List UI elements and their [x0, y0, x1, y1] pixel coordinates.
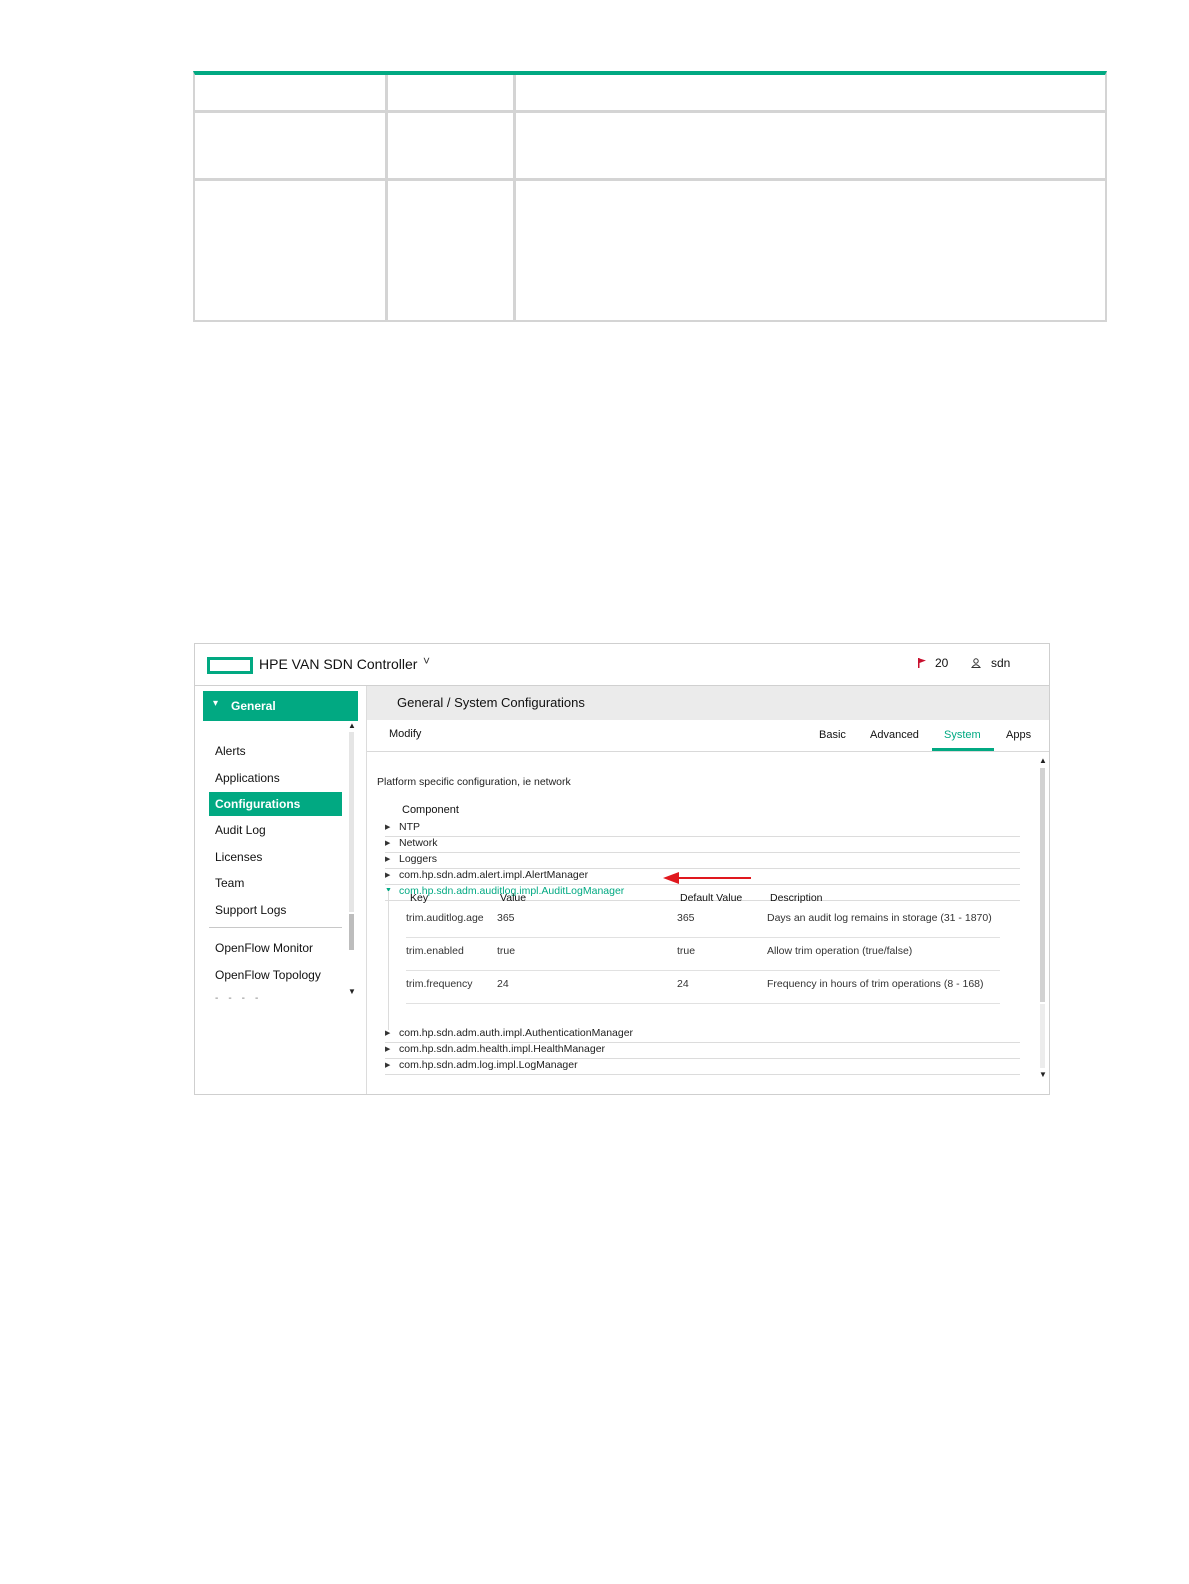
component-row[interactable]: ▶ com.hp.sdn.adm.auth.impl.Authenticatio…	[385, 1026, 1020, 1043]
tab-basic[interactable]: Basic	[819, 729, 846, 741]
table-row[interactable]: trim.frequency 24 24 Frequency in hours …	[406, 970, 1000, 1004]
expand-arrow-icon[interactable]: ▶	[385, 839, 390, 847]
tab-apps[interactable]: Apps	[1006, 729, 1031, 741]
annotation-arrow-icon	[663, 872, 751, 884]
sidebar-item-licenses[interactable]: Licenses	[209, 846, 339, 868]
active-tab-indicator	[932, 748, 994, 751]
scroll-down-icon[interactable]: ▼	[348, 987, 356, 996]
app-screenshot: HPE VAN SDN Controller ˅ 20 sdn ▾ Genera…	[194, 643, 1050, 1095]
tab-system[interactable]: System	[944, 729, 981, 741]
sidebar-item-team[interactable]: Team	[209, 872, 339, 894]
component-row[interactable]: ▶ Network	[385, 836, 1020, 853]
main-content: General / System Configurations Modify B…	[366, 686, 1049, 1094]
component-row[interactable]: ▶ Loggers	[385, 852, 1020, 869]
component-row[interactable]: ▶ NTP	[385, 820, 1020, 837]
expanded-indent-rule	[388, 891, 389, 1030]
top-bar: HPE VAN SDN Controller ˅ 20 sdn	[195, 644, 1049, 686]
chevron-down-icon[interactable]: ˅	[423, 654, 430, 668]
breadcrumb: General / System Configurations	[397, 695, 585, 710]
sidebar-item-support-logs[interactable]: Support Logs	[209, 899, 339, 921]
column-header-value: Value	[500, 892, 527, 904]
flag-icon[interactable]	[917, 658, 927, 668]
chevron-down-icon: ▾	[213, 698, 219, 709]
sidebar-item-configurations[interactable]: Configurations	[209, 792, 342, 816]
sidebar-item-openflow-topology[interactable]: OpenFlow Topology	[209, 964, 339, 986]
expand-arrow-icon[interactable]: ▶	[385, 823, 390, 831]
expand-arrow-icon[interactable]: ▶	[385, 1045, 390, 1053]
sidebar-scroll-thumb[interactable]	[349, 914, 354, 950]
expand-arrow-icon[interactable]: ▶	[385, 1029, 390, 1037]
sidebar-section-general[interactable]: ▾ General	[203, 691, 358, 721]
table-row-divider	[195, 110, 1105, 113]
system-config-panel: Platform specific configuration, ie netw…	[367, 752, 1049, 1094]
expand-arrow-icon[interactable]: ▶	[385, 871, 390, 879]
user-icon[interactable]	[971, 658, 981, 668]
sidebar-item-openflow-monitor[interactable]: OpenFlow Monitor	[209, 937, 339, 959]
sidebar-scrollbar[interactable]	[349, 732, 354, 912]
user-name[interactable]: sdn	[991, 656, 1010, 670]
sidebar-item-audit-log[interactable]: Audit Log	[209, 819, 339, 841]
table-row[interactable]: trim.auditlog.age 365 365 Days an audit …	[406, 904, 1000, 938]
breadcrumb-bar: General / System Configurations	[367, 686, 1049, 720]
column-header-description: Description	[770, 892, 823, 904]
toolbar: Modify Basic Advanced System Apps	[367, 720, 1049, 752]
scroll-up-icon[interactable]: ▲	[348, 721, 356, 730]
alert-count[interactable]: 20	[935, 656, 948, 670]
scroll-up-icon[interactable]: ▲	[1039, 756, 1047, 765]
column-header-default-value: Default Value	[680, 892, 743, 904]
expand-arrow-icon[interactable]: ▶	[385, 855, 390, 863]
document-table	[193, 71, 1107, 322]
expand-arrow-icon[interactable]: ▶	[385, 1061, 390, 1069]
main-scroll-thumb[interactable]	[1040, 768, 1045, 1002]
main-scrollbar-track[interactable]	[1040, 1004, 1045, 1068]
component-column-header: Component	[402, 804, 459, 816]
modify-button[interactable]: Modify	[389, 728, 421, 740]
sidebar-item-applications[interactable]: Applications	[209, 767, 339, 789]
component-row[interactable]: ▶ com.hp.sdn.adm.log.impl.LogManager	[385, 1058, 1020, 1075]
sidebar-divider	[209, 927, 342, 928]
hpe-logo	[207, 657, 253, 674]
column-header-key: Key	[410, 892, 429, 904]
component-row[interactable]: ▶ com.hp.sdn.adm.health.impl.HealthManag…	[385, 1042, 1020, 1059]
app-title: HPE VAN SDN Controller	[259, 656, 418, 672]
panel-description: Platform specific configuration, ie netw…	[377, 776, 571, 788]
table-row[interactable]: trim.enabled true true Allow trim operat…	[406, 937, 1000, 971]
sidebar-truncated-item: ‐‐‐‐	[215, 993, 269, 1004]
table-row-divider	[195, 178, 1105, 181]
sidebar: ▾ General ▲ Alerts Applications Configur…	[195, 686, 365, 1094]
sidebar-item-alerts[interactable]: Alerts	[209, 740, 339, 762]
sidebar-section-label: General	[231, 699, 276, 713]
tab-advanced[interactable]: Advanced	[870, 729, 919, 741]
scroll-down-icon[interactable]: ▼	[1039, 1070, 1047, 1079]
